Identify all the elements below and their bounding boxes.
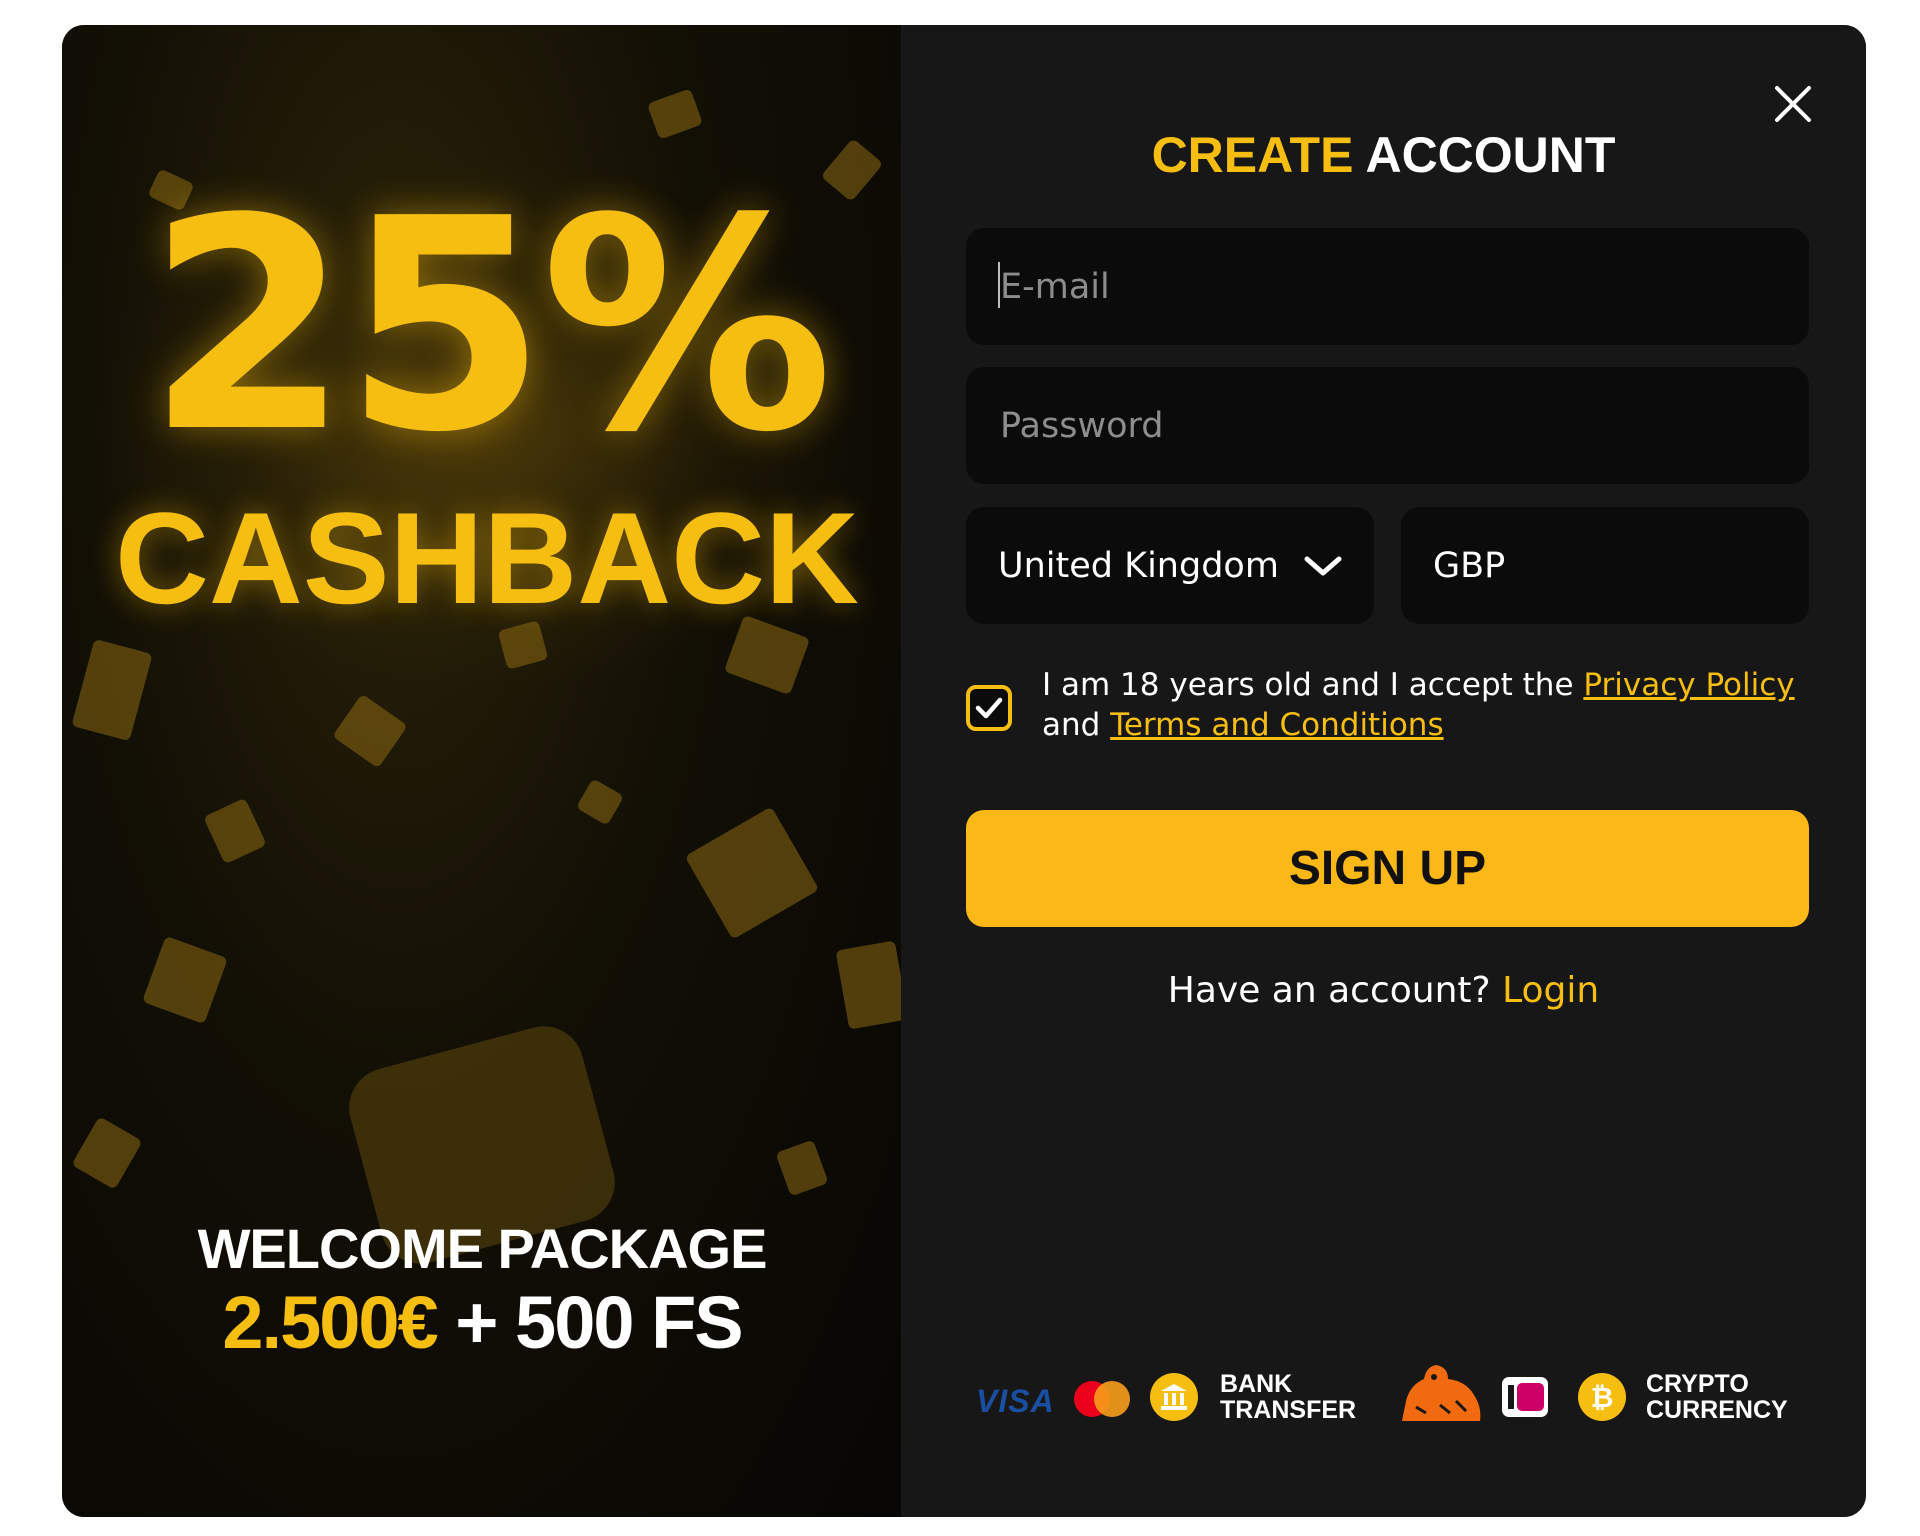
country-select[interactable]: United Kingdom <box>966 507 1374 624</box>
email-field[interactable] <box>966 228 1809 345</box>
close-icon <box>1775 86 1811 122</box>
title-account: ACCOUNT <box>1353 127 1616 183</box>
currency-select[interactable]: GBP <box>1401 507 1809 624</box>
bank-icon <box>1150 1373 1198 1421</box>
decorative-shard <box>835 940 901 1030</box>
payment-methods: VISA BANK TRANSFER ₿ CRYPTO CURRENCY <box>976 1355 1816 1445</box>
privacy-policy-link[interactable]: Privacy Policy <box>1583 667 1794 703</box>
sign-up-button[interactable]: SIGN UP <box>966 810 1809 927</box>
consent-checkbox[interactable] <box>966 685 1012 731</box>
close-button[interactable] <box>1769 80 1817 128</box>
decorative-shard <box>71 1116 143 1190</box>
consent-text: I am 18 years old and I accept the Priva… <box>1042 665 1812 745</box>
free-spins: + 500 FS <box>436 1281 743 1364</box>
form-title: CREATE ACCOUNT <box>901 125 1866 185</box>
decorative-shard <box>646 88 704 140</box>
cashback-percent: 25% <box>146 156 834 496</box>
currency-value: GBP <box>1433 545 1506 586</box>
bonus-amount: 2.500€ <box>222 1281 438 1364</box>
email-input[interactable] <box>998 265 1809 308</box>
login-link[interactable]: Login <box>1502 970 1599 1011</box>
ideal-logo <box>1500 1375 1550 1419</box>
form-panel: CREATE ACCOUNT United Kingdom GBP I am 1… <box>901 25 1866 1517</box>
decorative-shard <box>775 1139 829 1197</box>
signup-modal: 25% CASHBACK WELCOME PACKAGE 2.500€ + 50… <box>62 25 1866 1517</box>
decorative-shard <box>684 806 820 940</box>
title-create: CREATE <box>1151 127 1354 183</box>
consent-and: and <box>1042 707 1111 743</box>
crypto-currency-label: CRYPTO CURRENCY <box>1646 1370 1788 1424</box>
consent-prefix: I am 18 years old and I accept the <box>1042 667 1584 703</box>
mastercard-logo <box>1074 1381 1130 1417</box>
svg-text:₿: ₿ <box>1591 1381 1614 1414</box>
ing-lion-logo <box>1396 1361 1486 1425</box>
password-input[interactable] <box>998 404 1809 447</box>
bank-transfer-label: BANK TRANSFER <box>1220 1370 1357 1424</box>
consent-row: I am 18 years old and I accept the Priva… <box>966 665 1809 755</box>
decorative-shard <box>203 797 267 865</box>
cashback-heading: CASHBACK <box>115 485 859 631</box>
decorative-shard <box>332 693 408 769</box>
decorative-shard <box>575 778 625 826</box>
welcome-package-offer: 2.500€ + 500 FS <box>102 1281 862 1365</box>
have-account-text: Have an account? <box>1167 970 1503 1011</box>
chevron-down-icon <box>1304 556 1342 575</box>
decorative-shard <box>142 935 228 1025</box>
checkmark-icon <box>975 697 1003 719</box>
country-value: United Kingdom <box>998 545 1276 586</box>
welcome-package-title: WELCOME PACKAGE <box>197 1217 768 1280</box>
login-prompt: Have an account? Login <box>901 967 1866 1015</box>
password-field[interactable] <box>966 367 1809 484</box>
terms-link[interactable]: Terms and Conditions <box>1110 707 1443 743</box>
decorative-shard <box>71 638 153 742</box>
promo-panel: 25% CASHBACK WELCOME PACKAGE 2.500€ + 50… <box>62 25 901 1517</box>
visa-logo: VISA <box>976 1383 1055 1419</box>
text-cursor <box>998 262 1000 308</box>
bitcoin-icon: ₿ <box>1578 1373 1626 1421</box>
